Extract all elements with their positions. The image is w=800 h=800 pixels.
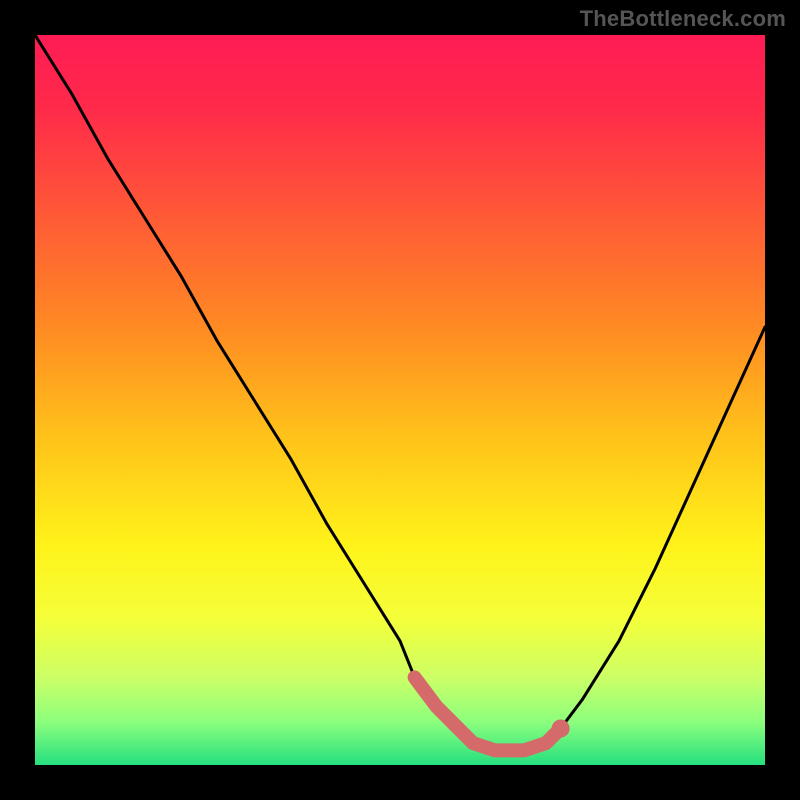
gradient-background: [35, 35, 765, 765]
chart-frame: TheBottleneck.com: [0, 0, 800, 800]
watermark-text: TheBottleneck.com: [580, 6, 786, 32]
optimal-end-dot: [552, 720, 570, 738]
bottleneck-chart: [35, 35, 765, 765]
